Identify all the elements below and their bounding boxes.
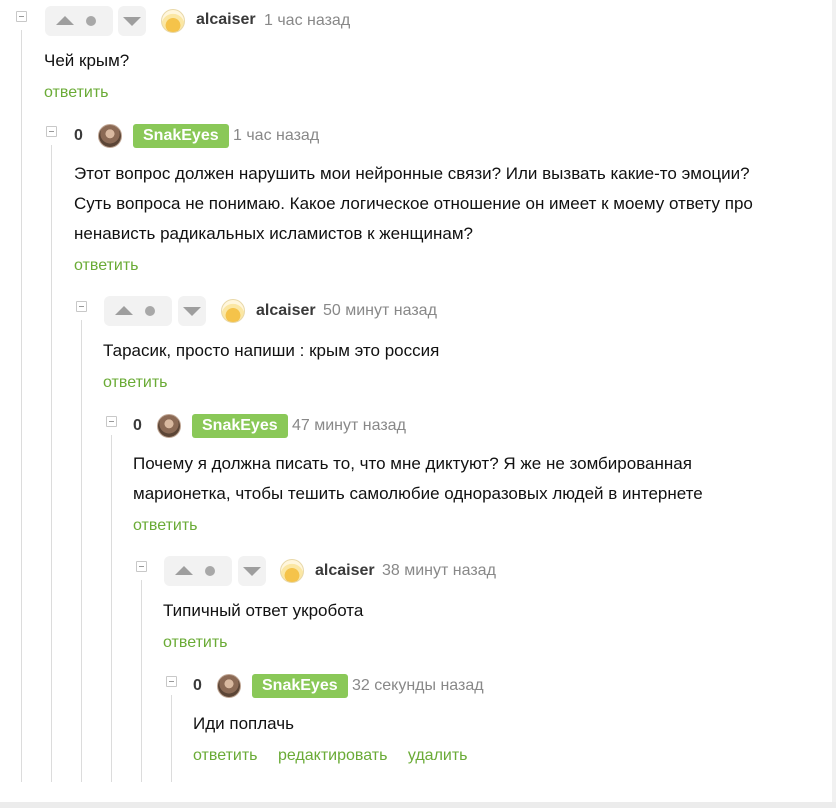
comment-actions: ответить (74, 257, 155, 275)
dot-icon (86, 16, 96, 26)
comment-text-line: Этот вопрос должен нарушить мои нейронны… (74, 164, 750, 183)
thread-line (51, 145, 52, 782)
dot-icon (145, 306, 155, 316)
divider (0, 802, 836, 808)
reply-link[interactable]: ответить (103, 374, 168, 391)
rating-value: 0 (193, 677, 202, 694)
scroll-gutter (832, 0, 836, 802)
comment-actions: ответить (103, 374, 184, 392)
rating-value: 0 (74, 127, 83, 144)
comment-text: Типичный ответ укробота (163, 601, 364, 620)
thread-line (171, 695, 172, 782)
author-badge[interactable]: SnakEyes (192, 414, 288, 438)
username[interactable]: alcaiser (196, 11, 256, 29)
dot-icon (205, 566, 215, 576)
username[interactable]: alcaiser (315, 562, 375, 580)
timestamp[interactable]: 1 час назад (264, 12, 350, 30)
reply-link[interactable]: ответить (74, 257, 139, 274)
downvote-button[interactable] (178, 296, 206, 326)
avatar[interactable] (280, 559, 304, 583)
comment-text-line: ненависть радикальных исламистов к женщи… (74, 224, 473, 243)
reply-link[interactable]: ответить (44, 84, 109, 101)
comment-text: Этот вопрос должен нарушить мои нейронны… (74, 159, 753, 249)
avatar[interactable] (157, 414, 181, 438)
avatar[interactable] (98, 124, 122, 148)
timestamp[interactable]: 1 час назад (233, 127, 319, 145)
timestamp[interactable]: 47 минут назад (292, 417, 406, 435)
collapse-thread-button[interactable] (46, 126, 57, 137)
collapse-thread-button[interactable] (106, 416, 117, 427)
timestamp[interactable]: 38 минут назад (382, 562, 496, 580)
author-badge[interactable]: SnakEyes (133, 124, 229, 148)
comment-text-line: марионетка, чтобы тешить самолюбие однор… (133, 484, 703, 503)
comment-text: Тарасик, просто напиши : крым это россия (103, 341, 440, 360)
arrow-down-icon (183, 307, 201, 316)
avatar[interactable] (221, 299, 245, 323)
comment-text-line: Суть вопроса не понимаю. Какое логическо… (74, 194, 753, 213)
thread-line (21, 30, 22, 782)
collapse-thread-button[interactable] (166, 676, 177, 687)
comment-actions: ответить (163, 634, 244, 652)
reply-link[interactable]: ответить (133, 517, 198, 534)
comment-text: Иди поплачь (193, 714, 294, 733)
delete-link[interactable]: удалить (408, 747, 468, 764)
avatar[interactable] (161, 9, 185, 33)
edit-link[interactable]: редактировать (278, 747, 387, 764)
avatar[interactable] (217, 674, 241, 698)
comment-text: Почему я должна писать то, что мне дикту… (133, 449, 703, 509)
thread-line (81, 320, 82, 782)
reply-link[interactable]: ответить (193, 747, 258, 764)
upvote-button[interactable] (164, 556, 232, 586)
collapse-thread-button[interactable] (136, 561, 147, 572)
arrow-down-icon (123, 17, 141, 26)
comment-text-line: Почему я должна писать то, что мне дикту… (133, 454, 692, 473)
arrow-up-icon (175, 566, 193, 575)
downvote-button[interactable] (238, 556, 266, 586)
thread-line (141, 580, 142, 782)
reply-link[interactable]: ответить (163, 634, 228, 651)
comment-actions: ответить (44, 84, 125, 102)
downvote-button[interactable] (118, 6, 146, 36)
arrow-down-icon (243, 567, 261, 576)
author-badge[interactable]: SnakEyes (252, 674, 348, 698)
collapse-thread-button[interactable] (16, 11, 27, 22)
rating-value: 0 (133, 417, 142, 434)
collapse-thread-button[interactable] (76, 301, 87, 312)
username[interactable]: alcaiser (256, 302, 316, 320)
comment-actions: ответить редактировать удалить (193, 747, 484, 765)
comment-text: Чей крым? (44, 51, 130, 70)
timestamp[interactable]: 50 минут назад (323, 302, 437, 320)
timestamp[interactable]: 32 секунды назад (352, 677, 484, 695)
comment-actions: ответить (133, 517, 214, 535)
arrow-up-icon (115, 306, 133, 315)
thread-line (111, 435, 112, 782)
upvote-button[interactable] (45, 6, 113, 36)
arrow-up-icon (56, 16, 74, 25)
upvote-button[interactable] (104, 296, 172, 326)
